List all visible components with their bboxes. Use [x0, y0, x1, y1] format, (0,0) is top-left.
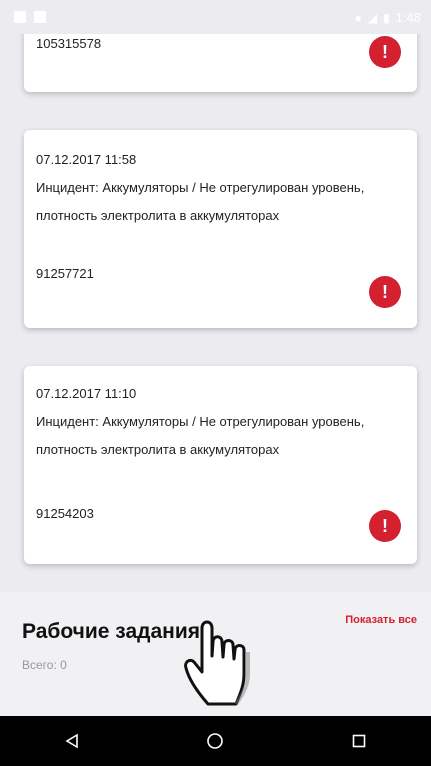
show-all-link[interactable]: Показать все	[345, 614, 417, 626]
incident-id: 91257721	[36, 266, 94, 281]
work-tasks-title: Рабочие задания	[22, 620, 200, 643]
notification-icon	[14, 11, 26, 23]
location-icon: ●	[354, 10, 362, 25]
status-time: 1:48	[395, 10, 421, 25]
work-tasks-count: Всего: 0	[22, 658, 67, 672]
incident-description: Инцидент: Аккумуляторы / Не отрегулирова…	[36, 414, 365, 457]
notification-icon	[34, 11, 46, 23]
status-icons: ● ◢ ▮ 1:48	[355, 10, 421, 25]
recents-icon[interactable]	[339, 721, 379, 761]
incident-card[interactable]: 07.12.2017 11:58 Инцидент: Аккумуляторы …	[24, 130, 417, 328]
incident-date: 07.12.2017 11:10	[36, 386, 137, 401]
home-icon[interactable]	[195, 721, 235, 761]
incident-card[interactable]: 07.12.2017 11:10 Инцидент: Аккумуляторы …	[24, 366, 417, 564]
alert-icon[interactable]	[369, 510, 401, 542]
notification-icons	[14, 11, 46, 23]
hand-pointer-icon	[184, 620, 250, 706]
battery-icon: ▮	[383, 10, 390, 25]
incident-date: 07.12.2017 11:58	[36, 152, 137, 167]
status-bar: ● ◢ ▮ 1:48	[0, 0, 431, 34]
incident-description: Инцидент: Аккумуляторы / Не отрегулирова…	[36, 180, 365, 223]
incident-id: 91254203	[36, 506, 94, 521]
incident-id: 105315578	[36, 36, 102, 51]
alert-icon[interactable]	[369, 276, 401, 308]
back-icon[interactable]	[52, 721, 92, 761]
signal-icon: ◢	[367, 10, 378, 25]
navigation-bar	[0, 716, 431, 766]
alert-icon[interactable]	[369, 36, 401, 68]
